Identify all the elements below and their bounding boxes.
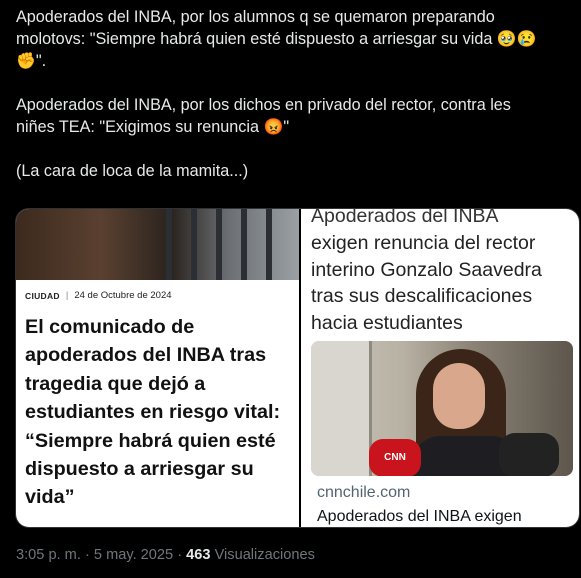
pleading-face-emoji-icon: 🥹 (496, 31, 517, 48)
article-date: 24 de Octubre de 2024 (74, 290, 172, 301)
tweet-line-text: ". (35, 52, 47, 70)
headline-text: exigen renuncia del rector interino Gonz… (311, 231, 542, 335)
tweet-line-text: (La cara de loca de la mamita...) (16, 162, 249, 180)
left-screenshot-image[interactable]: CIUDAD | 24 de Octubre de 2024 El comuni… (16, 209, 299, 527)
dot-separator: · (177, 547, 183, 563)
news-photo (16, 209, 299, 280)
tweet-line-text: Apoderados del INBA, por los alumnos q s… (16, 8, 495, 26)
tweet-line: ✊". (16, 50, 571, 72)
article-headline: El comunicado de apoderados del INBA tra… (25, 316, 281, 509)
cnn-microphone-logo: CNN CHILE (369, 439, 421, 476)
post-date[interactable]: 5 may. 2025 (94, 547, 173, 563)
tweet-line: Apoderados del INBA, por los dichos en p… (16, 94, 571, 116)
article-headline: Apoderados del INBA exigen renuncia del … (311, 209, 576, 337)
post-time[interactable]: 3:05 p. m. (16, 547, 81, 563)
tweet-line-text: " (283, 118, 290, 136)
views-count: 463 (186, 547, 211, 563)
crying-face-emoji-icon: 😢 (516, 31, 537, 48)
dot-separator: · (84, 547, 90, 563)
tweet-footer: 3:05 p. m. · 5 may. 2025 · 463 Visualiza… (16, 547, 315, 563)
tweet-text: Apoderados del INBA, por los alumnos q s… (16, 6, 571, 182)
media-grid: CIUDAD | 24 de Octubre de 2024 El comuni… (15, 208, 580, 528)
tweet-line-text: molotovs: "Siempre habrá quien esté disp… (16, 30, 493, 48)
views-label: Visualizaciones (214, 547, 315, 563)
tweet-line-text: niñes TEA: "Exigimos su renuncia (16, 118, 259, 136)
right-screenshot-image[interactable]: Apoderados del INBA exigen renuncia del … (301, 209, 579, 527)
article-category: CIUDAD (25, 290, 60, 301)
angry-face-emoji-icon: 😡 (263, 119, 284, 136)
link-preview-photo: CNN CHILE (311, 341, 573, 476)
meta-separator: | (65, 290, 69, 301)
clipped-headline-line: Apoderados del INBA (311, 209, 499, 227)
tweet-line: (La cara de loca de la mamita...) (16, 160, 571, 182)
raised-fist-emoji-icon: ✊ (16, 53, 36, 70)
tweet-line: niñes TEA: "Exigimos su renuncia 😡" (16, 116, 571, 138)
tweet-line-text: Apoderados del INBA, por los dichos en p… (16, 96, 511, 114)
microphone-icon (499, 433, 559, 476)
tweet-line: molotovs: "Siempre habrá quien esté disp… (16, 28, 571, 50)
tweet-line: Apoderados del INBA, por los alumnos q s… (16, 6, 571, 28)
link-domain: cnnchile.com (317, 484, 411, 501)
link-card-title: Apoderados del INBA exigen (317, 508, 522, 525)
article-meta: CIUDAD | 24 de Octubre de 2024 (25, 290, 172, 301)
